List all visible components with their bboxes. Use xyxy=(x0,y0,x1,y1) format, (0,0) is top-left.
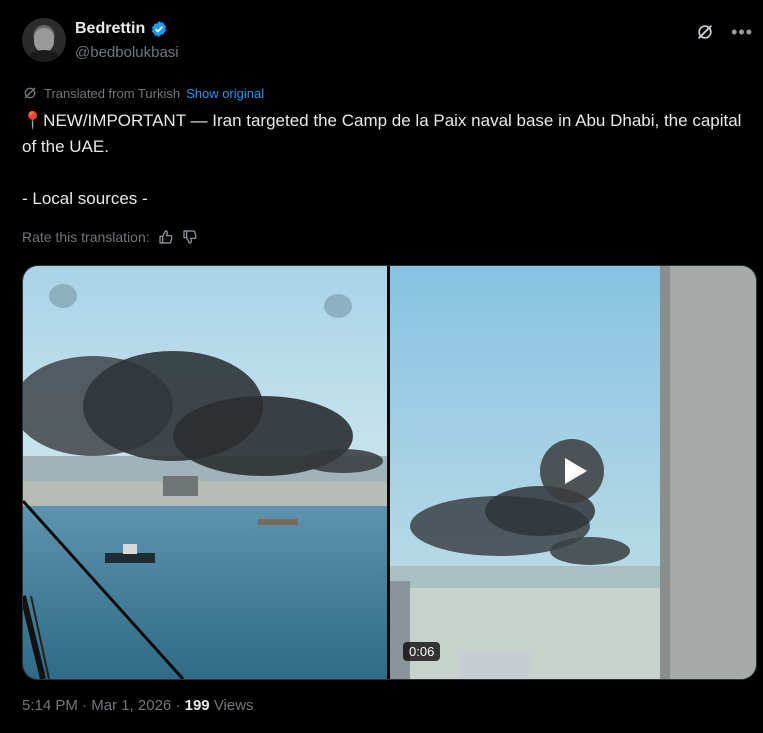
grok-icon-small xyxy=(24,87,36,99)
post-date[interactable]: Mar 1, 2026 xyxy=(91,697,171,714)
tweet-body: NEW/IMPORTANT — Iran targeted the Camp d… xyxy=(22,111,742,208)
avatar-shoulders xyxy=(26,50,62,62)
meta-separator-1: · xyxy=(82,697,88,714)
views-label: Views xyxy=(213,697,254,714)
video-frame-right: 0:06 xyxy=(390,266,756,679)
video-media[interactable]: 0:06 xyxy=(22,265,757,680)
harbor-smoke-image xyxy=(23,266,387,679)
post-time[interactable]: 5:14 PM xyxy=(22,697,78,714)
thumbs-down-icon[interactable] xyxy=(182,229,198,245)
author-handle[interactable]: @bedbolukbasi xyxy=(75,44,179,61)
top-actions: ••• xyxy=(695,22,753,42)
author-display-name[interactable]: Bedrettin xyxy=(75,20,145,38)
tweet-text: 📍NEW/IMPORTANT — Iran targeted the Camp … xyxy=(22,108,752,212)
play-button[interactable] xyxy=(540,439,604,503)
show-original-link[interactable]: Show original xyxy=(186,86,264,101)
translated-label: Translated from Turkish xyxy=(44,85,181,101)
tweet: Bedrettin @bedbolukbasi ••• Translated f… xyxy=(0,0,763,733)
rate-label: Rate this translation: xyxy=(22,229,150,245)
grok-icon[interactable] xyxy=(695,22,715,42)
views-count: 199 xyxy=(184,697,210,714)
more-icon[interactable]: ••• xyxy=(731,23,753,41)
pin-icon: 📍 xyxy=(22,111,44,130)
verified-badge-icon xyxy=(152,21,167,37)
rate-translation: Rate this translation: xyxy=(22,229,198,245)
tweet-meta: 5:14 PM · Mar 1, 2026 · 199 Views xyxy=(22,697,254,714)
video-duration: 0:06 xyxy=(403,642,441,661)
meta-separator-2: · xyxy=(175,697,181,714)
author-name-row: Bedrettin xyxy=(75,20,168,38)
thumbs-up-icon[interactable] xyxy=(158,229,174,245)
translation-notice: Translated from Turkish Show original xyxy=(22,85,264,101)
avatar[interactable] xyxy=(22,18,66,62)
video-frame-left xyxy=(23,266,387,679)
avatar-face xyxy=(34,28,54,52)
